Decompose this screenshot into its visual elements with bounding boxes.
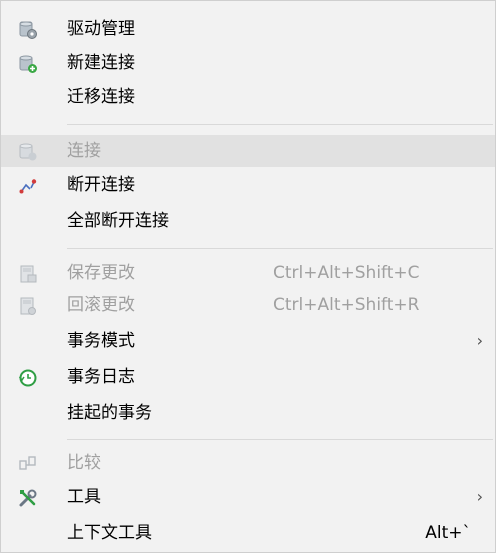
context-menu: 驱动管理 新建连接 迁移连接 连接 断开连接 全部断开连接 保存更改 Ctrl+… xyxy=(0,0,496,553)
menu-item-label: 比较 xyxy=(67,453,101,473)
menu-item-label: 断开连接 xyxy=(67,175,135,195)
menu-item-connect[interactable]: 连接 xyxy=(1,135,495,167)
menu-separator xyxy=(67,248,493,249)
compare-icon xyxy=(18,453,38,473)
menu-item-label: 挂起的事务 xyxy=(67,403,152,423)
shortcut-label: Alt+` xyxy=(425,523,471,543)
menu-item-label: 连接 xyxy=(67,141,101,161)
menu-item-transaction-mode[interactable]: 事务模式 › xyxy=(1,325,495,357)
menu-item-label: 上下文工具 xyxy=(67,523,152,543)
menu-separator xyxy=(67,439,493,440)
shortcut-label: Ctrl+Alt+Shift+R xyxy=(273,295,420,315)
menu-item-label: 回滚更改 xyxy=(67,295,135,315)
menu-separator xyxy=(67,124,493,125)
driver-gear-icon xyxy=(18,19,38,39)
menu-item-label: 事务日志 xyxy=(67,367,135,387)
menu-item-label: 事务模式 xyxy=(67,331,135,351)
chevron-right-icon: › xyxy=(476,487,483,506)
menu-item-label: 迁移连接 xyxy=(67,87,135,107)
menu-item-label: 工具 xyxy=(67,487,101,507)
menu-item-driver-manager[interactable]: 驱动管理 xyxy=(1,13,495,45)
menu-item-label: 保存更改 xyxy=(67,263,135,283)
save-changes-icon xyxy=(18,263,38,283)
rollback-changes-icon xyxy=(18,295,38,315)
menu-item-migrate-connection[interactable]: 迁移连接 xyxy=(1,81,495,113)
menu-item-tools[interactable]: 工具 › xyxy=(1,481,495,513)
chevron-right-icon: › xyxy=(476,331,483,350)
menu-item-disconnect[interactable]: 断开连接 xyxy=(1,169,495,201)
menu-item-context-tools[interactable]: 上下文工具 Alt+` xyxy=(1,517,495,549)
connect-database-icon xyxy=(18,141,38,161)
new-connection-database-icon xyxy=(18,53,38,73)
shortcut-label: Ctrl+Alt+Shift+C xyxy=(273,263,420,283)
menu-item-new-connection[interactable]: 新建连接 xyxy=(1,47,495,79)
menu-item-transaction-log[interactable]: 事务日志 xyxy=(1,361,495,393)
menu-item-pending-transactions[interactable]: 挂起的事务 xyxy=(1,397,495,429)
menu-item-save-changes[interactable]: 保存更改 Ctrl+Alt+Shift+C xyxy=(1,257,495,289)
menu-item-compare[interactable]: 比较 xyxy=(1,447,495,479)
menu-item-label: 全部断开连接 xyxy=(67,211,169,231)
tools-wrench-icon xyxy=(18,487,38,507)
menu-item-disconnect-all[interactable]: 全部断开连接 xyxy=(1,205,495,237)
disconnect-icon xyxy=(18,175,38,195)
transaction-log-clock-icon xyxy=(18,367,38,387)
menu-item-label: 驱动管理 xyxy=(67,19,135,39)
menu-item-label: 新建连接 xyxy=(67,53,135,73)
menu-item-rollback-changes[interactable]: 回滚更改 Ctrl+Alt+Shift+R xyxy=(1,289,495,321)
